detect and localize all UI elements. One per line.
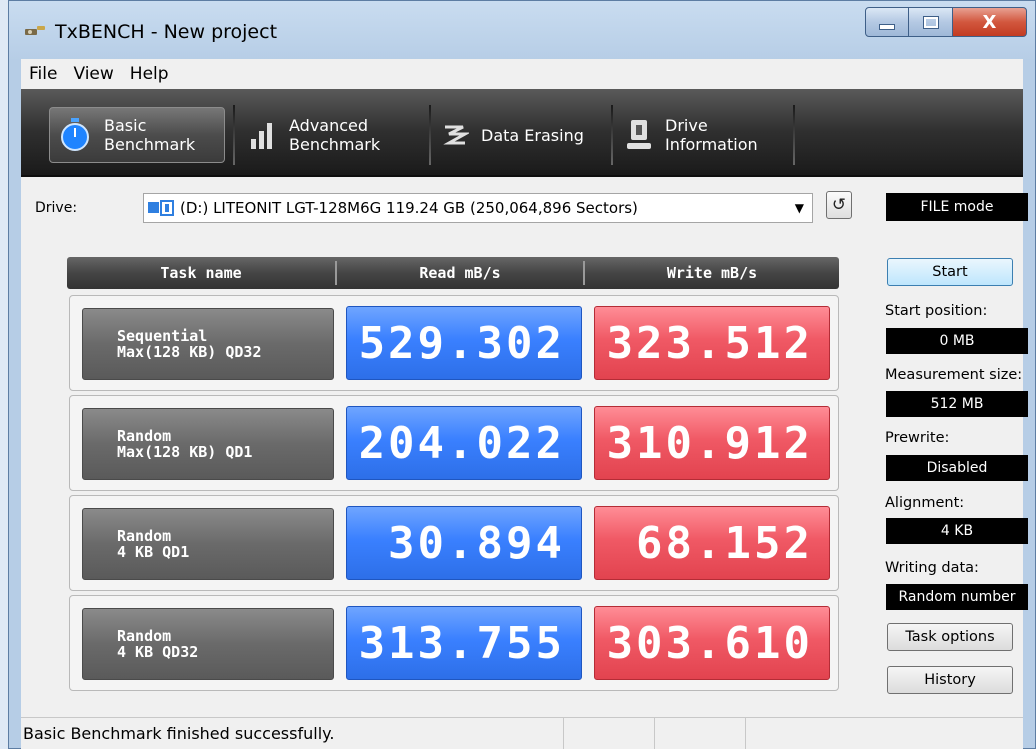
measurement-size-value[interactable]: 512 MB <box>886 391 1028 417</box>
window-controls: X <box>865 7 1027 37</box>
tab-drive-line1: Drive <box>665 116 708 135</box>
result-row: Random Max(128 KB) QD1 204.022 310.912 <box>69 395 839 491</box>
main-toolbar: Basic Benchmark Advanced Benchmark Data Er… <box>21 89 1023 177</box>
window-title: TxBENCH - New project <box>55 21 278 43</box>
close-button[interactable]: X <box>953 7 1027 37</box>
status-bar: Basic Benchmark finished successfully. <box>21 717 1023 749</box>
menu-help[interactable]: Help <box>122 64 177 84</box>
menu-view[interactable]: View <box>65 64 121 84</box>
file-mode-indicator: FILE mode <box>886 193 1028 221</box>
toolbar-divider <box>793 105 795 165</box>
bar-chart-icon <box>251 123 272 149</box>
task-name-line2: Max(128 KB) QD1 <box>117 443 253 461</box>
toolbar-divider <box>429 105 431 165</box>
writing-data-value[interactable]: Random number <box>886 584 1028 610</box>
title-bar: TxBENCH - New project X <box>9 1 1035 59</box>
write-value: 303.610 <box>594 606 830 680</box>
write-value: 323.512 <box>594 306 830 380</box>
start-position-label: Start position: <box>885 303 988 319</box>
maximize-icon <box>922 15 939 29</box>
drive-select[interactable]: (D:) LITEONIT LGT-128M6G 119.24 GB (250,… <box>143 193 813 223</box>
tab-basic-benchmark[interactable]: Basic Benchmark <box>49 107 225 163</box>
tab-advanced-benchmark[interactable]: Advanced Benchmark <box>245 107 425 163</box>
task-button[interactable]: Random 4 KB QD32 <box>82 608 334 680</box>
task-button[interactable]: Random Max(128 KB) QD1 <box>82 408 334 480</box>
maximize-button[interactable] <box>909 7 953 37</box>
read-value: 313.755 <box>346 606 582 680</box>
refresh-button[interactable]: ↺ <box>826 191 852 219</box>
task-options-button[interactable]: Task options <box>887 623 1013 651</box>
eraser-icon <box>443 125 469 145</box>
task-name-line1: Random <box>117 427 172 445</box>
tab-advanced-line1: Advanced <box>289 116 369 135</box>
stopwatch-icon <box>61 118 89 151</box>
menu-file[interactable]: File <box>21 64 65 84</box>
task-button[interactable]: Random 4 KB QD1 <box>82 508 334 580</box>
tab-drive-information[interactable]: Drive Information <box>623 107 783 163</box>
drive-label: Drive: <box>35 200 78 216</box>
tab-drive-line2: Information <box>665 135 758 154</box>
status-segment <box>564 718 655 749</box>
task-name-line2: 4 KB QD1 <box>117 543 190 561</box>
task-name-line1: Random <box>117 627 172 645</box>
write-value: 68.152 <box>594 506 830 580</box>
result-row: Random 4 KB QD1 30.894 68.152 <box>69 495 839 591</box>
chevron-down-icon: ▼ <box>794 201 804 215</box>
measurement-size-label: Measurement size: <box>885 367 1023 383</box>
header-write: Write mB/s <box>666 264 758 282</box>
alignment-value[interactable]: 4 KB <box>886 518 1028 544</box>
drive-info-icon <box>627 120 651 149</box>
drive-icon <box>148 200 174 216</box>
task-name-line1: Sequential <box>117 327 208 345</box>
minimize-button[interactable] <box>865 7 909 37</box>
main-content: Drive: (D:) LITEONIT LGT-128M6G 119.24 G… <box>21 177 1028 717</box>
tab-basic-line1: Basic <box>104 116 147 135</box>
menu-bar: File View Help <box>21 59 1023 89</box>
start-position-value[interactable]: 0 MB <box>886 328 1028 354</box>
minimize-icon <box>879 24 895 30</box>
result-row: Random 4 KB QD32 313.755 303.610 <box>69 595 839 691</box>
close-icon: X <box>982 11 997 33</box>
toolbar-divider <box>233 105 235 165</box>
prewrite-label: Prewrite: <box>885 430 950 446</box>
app-window: TxBENCH - New project X File View Help B… <box>8 0 1036 749</box>
result-row: Sequential Max(128 KB) QD32 529.302 323.… <box>69 295 839 391</box>
start-button[interactable]: Start <box>887 258 1013 286</box>
tab-erasing-label: Data Erasing <box>481 125 584 145</box>
tab-basic-line2: Benchmark <box>104 135 196 154</box>
writing-data-label: Writing data: <box>885 560 979 576</box>
task-name-line1: Random <box>117 527 172 545</box>
tab-advanced-line2: Benchmark <box>289 135 381 154</box>
header-task-name: Task name <box>160 264 242 282</box>
read-value: 529.302 <box>346 306 582 380</box>
app-icon <box>25 26 45 35</box>
toolbar-divider <box>611 105 613 165</box>
read-value: 204.022 <box>346 406 582 480</box>
write-value: 310.912 <box>594 406 830 480</box>
refresh-icon: ↺ <box>831 195 847 215</box>
status-segment <box>655 718 746 749</box>
header-read: Read mB/s <box>419 264 501 282</box>
tab-data-erasing[interactable]: Data Erasing <box>441 107 601 163</box>
history-button[interactable]: History <box>887 666 1013 694</box>
read-value: 30.894 <box>346 506 582 580</box>
drive-select-value: (D:) LITEONIT LGT-128M6G 119.24 GB (250,… <box>180 199 638 217</box>
prewrite-value[interactable]: Disabled <box>886 455 1028 481</box>
alignment-label: Alignment: <box>885 495 965 511</box>
task-name-line2: 4 KB QD32 <box>117 643 199 661</box>
task-name-line2: Max(128 KB) QD32 <box>117 343 262 361</box>
status-text: Basic Benchmark finished successfully. <box>21 718 564 749</box>
task-button[interactable]: Sequential Max(128 KB) QD32 <box>82 308 334 380</box>
results-table-header: Task name Read mB/s Write mB/s <box>67 257 839 289</box>
